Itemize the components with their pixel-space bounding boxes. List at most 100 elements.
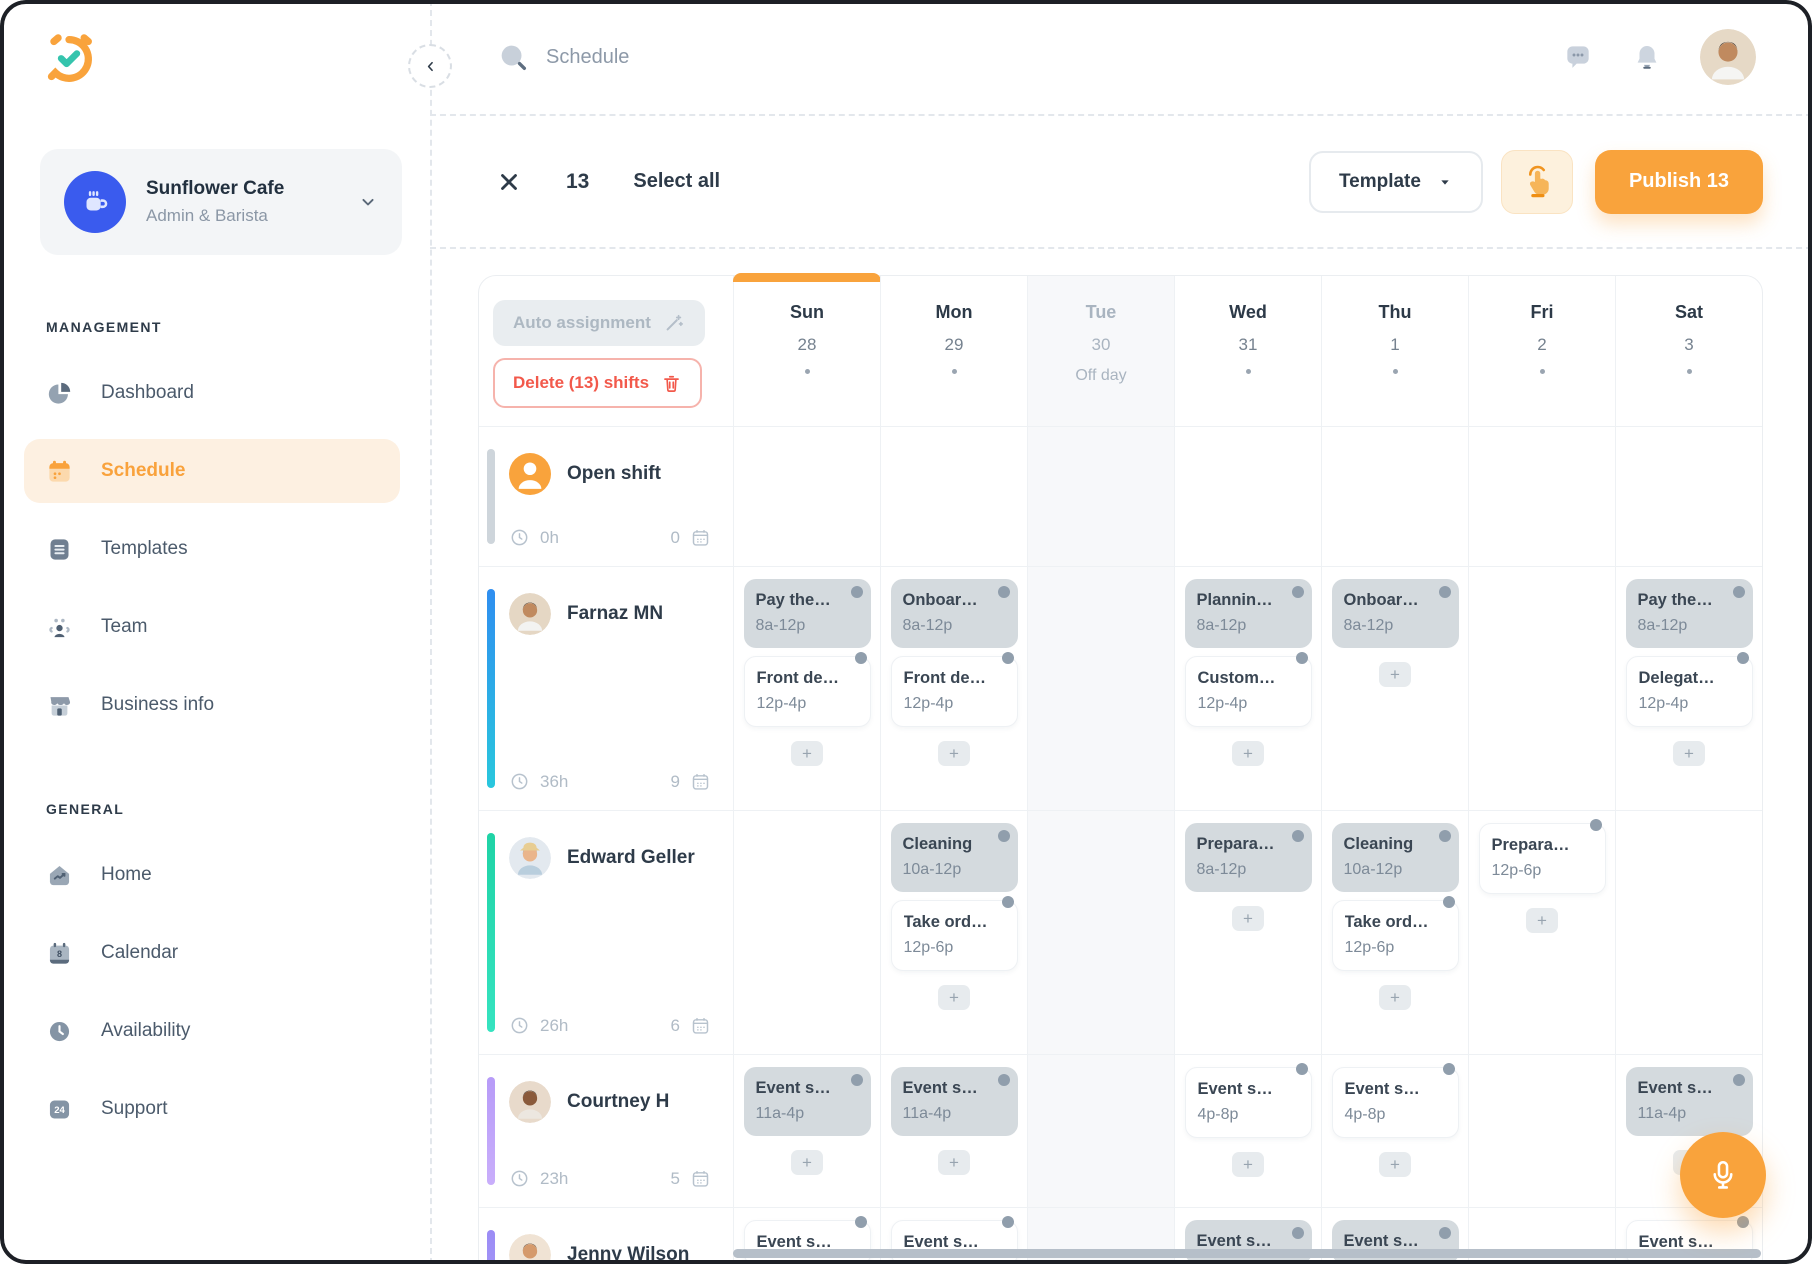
add-shift-button[interactable]: + — [938, 985, 970, 1010]
day-header-mon[interactable]: Mon29 — [880, 276, 1027, 426]
shift-card[interactable]: Plannin…8a-12p — [1185, 579, 1312, 648]
auto-assignment-button[interactable]: Auto assignment — [493, 300, 705, 346]
shift-cell-open-shift-sat[interactable] — [1615, 426, 1762, 566]
shift-card[interactable]: Event s…4p-8p — [1332, 1067, 1459, 1138]
add-shift-button[interactable]: + — [791, 741, 823, 766]
day-header-fri[interactable]: Fri2 — [1468, 276, 1615, 426]
pie-chart-icon — [46, 380, 73, 407]
add-shift-button[interactable]: + — [1232, 741, 1264, 766]
main-area: Schedule — [430, 0, 1812, 1264]
shift-card[interactable]: Take ord…12p-6p — [891, 900, 1018, 971]
shift-card[interactable]: Pay the…8a-12p — [744, 579, 871, 648]
sidebar-item-team[interactable]: Team — [24, 595, 400, 659]
voice-assistant-fab[interactable] — [1680, 1132, 1766, 1218]
bell-icon[interactable] — [1632, 42, 1662, 72]
hours-value: 26h — [540, 1016, 568, 1036]
shift-cell-farnaz-mn-fri[interactable] — [1468, 566, 1615, 810]
add-shift-button[interactable]: + — [938, 741, 970, 766]
shift-cell-edward-geller-sun[interactable] — [733, 810, 880, 1054]
sidebar-item-availability[interactable]: Availability — [24, 999, 400, 1063]
shift-card[interactable]: Pay the…8a-12p — [1626, 579, 1753, 648]
shift-cell-open-shift-mon[interactable] — [880, 426, 1027, 566]
publish-button[interactable]: Publish 13 — [1595, 150, 1763, 214]
day-header-thu[interactable]: Thu1 — [1321, 276, 1468, 426]
shift-cell-edward-geller-mon[interactable]: Cleaning10a-12p Take ord…12p-6p + — [880, 810, 1027, 1054]
shift-cell-edward-geller-wed[interactable]: Prepara…8a-12p + — [1174, 810, 1321, 1054]
shift-card[interactable]: Take ord…12p-6p — [1332, 900, 1459, 971]
shift-card[interactable]: Cleaning10a-12p — [891, 823, 1018, 892]
shift-cell-farnaz-mn-tue[interactable] — [1027, 566, 1174, 810]
shift-card[interactable]: Front de…12p-4p — [744, 656, 871, 727]
select-all-button[interactable]: Select all — [633, 170, 720, 193]
shift-selection-dot — [1590, 819, 1602, 831]
add-shift-button[interactable]: + — [1379, 662, 1411, 687]
shift-card[interactable]: Event s…4p-8p — [1185, 1067, 1312, 1138]
sidebar-item-business-info[interactable]: Business info — [24, 673, 400, 737]
sidebar-item-support[interactable]: 24Support — [24, 1077, 400, 1141]
shift-cell-courtney-h-sun[interactable]: Event s…11a-4p + — [733, 1054, 880, 1207]
shift-card[interactable]: Onboar…8a-12p — [1332, 579, 1459, 648]
sidebar-item-dashboard[interactable]: Dashboard — [24, 361, 400, 425]
shift-cell-courtney-h-wed[interactable]: Event s…4p-8p + — [1174, 1054, 1321, 1207]
sidebar-item-schedule[interactable]: Schedule — [24, 439, 400, 503]
add-shift-button[interactable]: + — [1379, 1152, 1411, 1177]
shift-card[interactable]: Event s…11a-4p — [1626, 1067, 1753, 1136]
shift-card[interactable]: Delegat…12p-4p — [1626, 656, 1753, 727]
search-icon[interactable] — [496, 40, 530, 74]
shift-card[interactable]: Cleaning10a-12p — [1332, 823, 1459, 892]
shift-cell-farnaz-mn-sat[interactable]: Pay the…8a-12p Delegat…12p-4p + — [1615, 566, 1762, 810]
workspace-selector[interactable]: Sunflower Cafe Admin & Barista — [40, 149, 402, 255]
shift-selection-dot — [998, 1074, 1010, 1086]
shift-cell-open-shift-wed[interactable] — [1174, 426, 1321, 566]
shift-cell-courtney-h-fri[interactable] — [1468, 1054, 1615, 1207]
horizontal-scrollbar[interactable] — [733, 1249, 1761, 1258]
sidebar-item-templates[interactable]: Templates — [24, 517, 400, 581]
shift-card[interactable]: Front de…12p-4p — [891, 656, 1018, 727]
shift-cell-farnaz-mn-mon[interactable]: Onboar…8a-12p Front de…12p-4p + — [880, 566, 1027, 810]
chat-icon[interactable] — [1562, 41, 1594, 73]
shift-cell-open-shift-sun[interactable] — [733, 426, 880, 566]
sidebar-item-home[interactable]: Home — [24, 843, 400, 907]
row-color-bar — [487, 589, 495, 788]
shift-cell-farnaz-mn-sun[interactable]: Pay the…8a-12p Front de…12p-4p + — [733, 566, 880, 810]
shift-card[interactable]: Prepara…8a-12p — [1185, 823, 1312, 892]
user-avatar[interactable] — [1700, 29, 1756, 85]
add-shift-button[interactable]: + — [938, 1150, 970, 1175]
shift-time: 11a-4p — [1638, 1105, 1741, 1123]
shift-cell-open-shift-fri[interactable] — [1468, 426, 1615, 566]
delete-shifts-button[interactable]: Delete (13) shifts — [493, 358, 702, 408]
tap-assign-button[interactable] — [1501, 150, 1573, 214]
sidebar-collapse-button[interactable] — [408, 44, 452, 88]
day-header-wed[interactable]: Wed31 — [1174, 276, 1321, 426]
add-shift-button[interactable]: + — [791, 1150, 823, 1175]
sidebar-item-calendar[interactable]: 8Calendar — [24, 921, 400, 985]
day-header-sun[interactable]: Sun28 — [733, 276, 880, 426]
shift-cell-edward-geller-tue[interactable] — [1027, 810, 1174, 1054]
shift-card[interactable]: Onboar…8a-12p — [891, 579, 1018, 648]
add-shift-button[interactable]: + — [1232, 906, 1264, 931]
day-header-tue[interactable]: Tue30Off day — [1027, 276, 1174, 426]
shift-cell-courtney-h-tue[interactable] — [1027, 1054, 1174, 1207]
clear-selection-button[interactable] — [496, 169, 522, 195]
shift-card[interactable]: Prepara…12p-6p — [1479, 823, 1606, 894]
shift-cell-edward-geller-sat[interactable] — [1615, 810, 1762, 1054]
template-dropdown[interactable]: Template — [1309, 151, 1483, 213]
shift-cell-courtney-h-thu[interactable]: Event s…4p-8p + — [1321, 1054, 1468, 1207]
shift-card[interactable]: Custom…12p-4p — [1185, 656, 1312, 727]
shift-cell-edward-geller-thu[interactable]: Cleaning10a-12p Take ord…12p-6p + — [1321, 810, 1468, 1054]
shift-time: 12p-4p — [904, 695, 1005, 713]
add-shift-button[interactable]: + — [1232, 1152, 1264, 1177]
add-shift-button[interactable]: + — [1526, 908, 1558, 933]
add-shift-button[interactable]: + — [1673, 741, 1705, 766]
day-header-sat[interactable]: Sat3 — [1615, 276, 1762, 426]
shift-card[interactable]: Event s…11a-4p — [744, 1067, 871, 1136]
shift-card[interactable]: Event s…11a-4p — [891, 1067, 1018, 1136]
shift-cell-open-shift-tue[interactable] — [1027, 426, 1174, 566]
shift-cell-open-shift-thu[interactable] — [1321, 426, 1468, 566]
row-identity: Farnaz MN — [479, 567, 733, 635]
shift-cell-edward-geller-fri[interactable]: Prepara…12p-6p + — [1468, 810, 1615, 1054]
add-shift-button[interactable]: + — [1379, 985, 1411, 1010]
shift-cell-farnaz-mn-thu[interactable]: Onboar…8a-12p + — [1321, 566, 1468, 810]
shift-cell-courtney-h-mon[interactable]: Event s…11a-4p + — [880, 1054, 1027, 1207]
shift-cell-farnaz-mn-wed[interactable]: Plannin…8a-12p Custom…12p-4p + — [1174, 566, 1321, 810]
